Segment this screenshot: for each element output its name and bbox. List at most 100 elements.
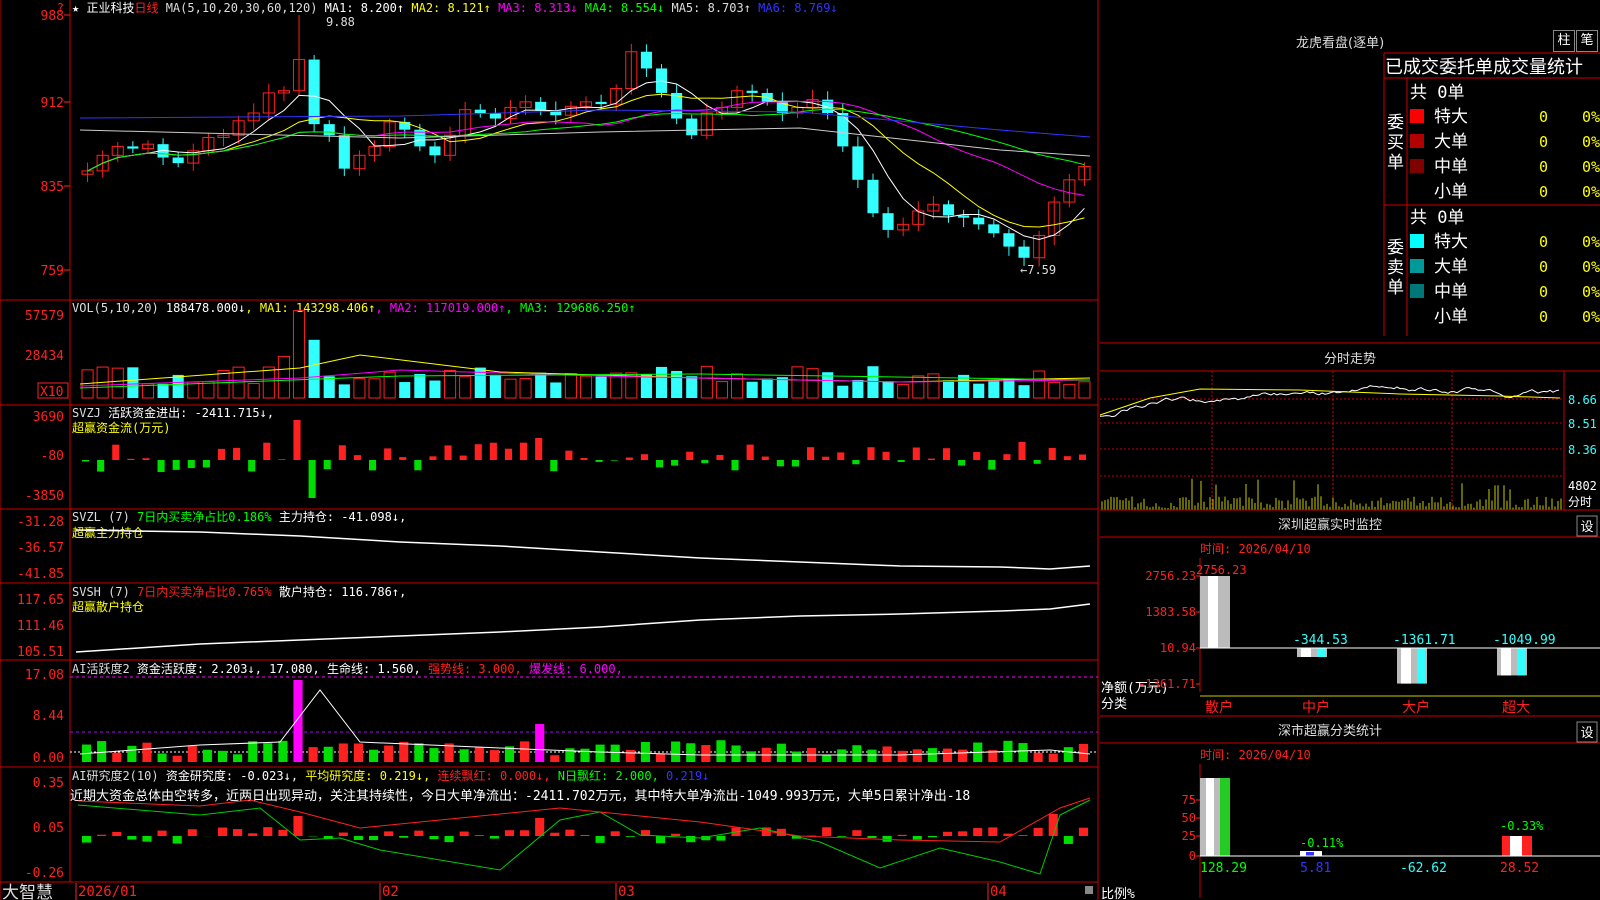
volume-bar <box>157 383 169 398</box>
research-bar <box>610 831 620 836</box>
candle-body <box>686 118 698 136</box>
price-legend: ★ 正业科技日线 MA(5,10,20,30,60,120) MA1: 8.20… <box>72 1 838 15</box>
sell-row-count: 0 <box>1539 233 1548 251</box>
svzl-axis-tick: -31.28 <box>17 515 64 530</box>
activity-bar <box>520 741 530 762</box>
activity-bar <box>610 744 620 762</box>
research-bar <box>671 833 681 836</box>
sell-row-name: 中单 <box>1434 282 1468 302</box>
svzj-bar <box>535 438 543 460</box>
activity-bar <box>172 755 182 762</box>
activity-bar <box>474 747 484 762</box>
activity-bar <box>686 743 696 762</box>
volume-bar <box>368 378 381 399</box>
activity-bar <box>731 745 741 762</box>
sell-label: 单 <box>1387 278 1404 298</box>
tick-view-button[interactable]: 笔 <box>1576 30 1598 52</box>
activity-bar <box>701 745 711 762</box>
volume-bar <box>262 366 275 399</box>
svzj-bar <box>489 442 497 460</box>
price-axis-tick: 759 <box>41 264 64 279</box>
activity-bar <box>927 748 937 762</box>
buy-row-pct: 0% <box>1582 183 1600 201</box>
activity-bar <box>293 680 303 762</box>
svzj-axis-tick: -80 <box>41 449 64 464</box>
volume-bar <box>504 378 517 399</box>
activity-bar <box>97 741 107 762</box>
intraday-price-line <box>1099 385 1560 418</box>
research-bar <box>625 836 635 837</box>
column-view-button[interactable]: 柱 <box>1553 30 1575 52</box>
svzj-bar <box>520 442 528 460</box>
svzj-bar <box>429 456 437 460</box>
sell-label: 卖 <box>1387 258 1404 278</box>
buy-row-count: 0 <box>1539 183 1548 201</box>
volume-bar <box>715 381 728 399</box>
activity-bar <box>791 751 802 762</box>
svsh-axis-tick: 117.65 <box>17 593 64 608</box>
activity-bar <box>1033 752 1043 762</box>
buy-row-name: 大单 <box>1434 132 1468 152</box>
monitor-cat-label: 超大 <box>1502 700 1530 716</box>
svzj-bar <box>701 460 709 464</box>
sell-label: 委 <box>1387 238 1404 258</box>
candle-body <box>988 224 1000 234</box>
volume-bar <box>791 366 804 399</box>
lhb-title: 龙虎看盘(逐单) <box>1296 36 1385 51</box>
buy-row-count: 0 <box>1539 133 1548 151</box>
intraday-axis-tick: 8.51 <box>1568 417 1597 431</box>
classify-axis-tick: 0 <box>1189 849 1196 863</box>
buy-row-name: 特大 <box>1434 107 1468 127</box>
svzj-bar <box>112 444 120 460</box>
classify-bar-label: -0.33% <box>1500 819 1544 833</box>
monitor-bar-highlight <box>1401 648 1411 684</box>
buy-label: 单 <box>1387 153 1404 173</box>
svzl-legend: SVZL (7) 7日内买卖净占比0.186% 主力持仓: -41.098↓, <box>72 509 406 524</box>
volume-bar <box>459 376 472 399</box>
date-axis-tick: 2026/01 <box>78 884 137 900</box>
price-axis-mark: ? <box>57 1 64 15</box>
svzj-bar <box>157 460 165 472</box>
research-bar <box>142 836 152 842</box>
svzj-bar <box>97 460 105 472</box>
volume-bar <box>277 355 290 399</box>
intraday-axis-tick: 8.36 <box>1568 443 1597 457</box>
activity-bar <box>580 748 590 762</box>
candle-body <box>958 215 970 218</box>
svzj-bar <box>399 457 407 460</box>
svzj-bar <box>353 455 361 460</box>
research-bar <box>655 836 666 844</box>
activity-bar <box>217 750 228 762</box>
research-bar <box>1018 835 1028 836</box>
activity-bar <box>942 748 953 762</box>
svzj-bar <box>640 454 648 460</box>
sell-swatch <box>1410 284 1424 298</box>
classify-bottom-value: 128.29 <box>1200 861 1247 876</box>
svzj-axis-tick: -3850 <box>25 489 64 504</box>
volume-bar <box>399 382 411 398</box>
activity-bar <box>459 749 469 762</box>
candle-body <box>867 179 879 214</box>
monitor-cat-label: 散户 <box>1205 699 1233 716</box>
svzj-bar <box>791 460 800 467</box>
svzj-bar <box>414 460 422 471</box>
svzj-bar <box>973 452 981 460</box>
classify-axis-tick: 75 <box>1182 793 1196 807</box>
research-bar <box>973 828 983 836</box>
research-bar <box>97 834 107 836</box>
svzj-bar <box>1003 454 1011 460</box>
research-bar <box>942 831 953 836</box>
svzj-bar <box>384 448 392 460</box>
svzj-bar <box>822 456 830 460</box>
activity-bar <box>640 742 650 762</box>
svzj-bar <box>897 460 905 462</box>
activity-bar <box>625 749 635 762</box>
volume-bar <box>882 381 894 398</box>
volume-bar <box>1048 381 1061 399</box>
ai-active-axis-tick: 17.08 <box>25 668 64 683</box>
candle-body <box>172 157 184 164</box>
main-chart-canvas[interactable]: ★ 正业科技日线 MA(5,10,20,30,60,120) MA1: 8.20… <box>0 0 1600 900</box>
svzj-bar <box>761 456 769 460</box>
activity-bar <box>912 749 922 762</box>
classify-bottom-value: 28.52 <box>1500 861 1539 876</box>
